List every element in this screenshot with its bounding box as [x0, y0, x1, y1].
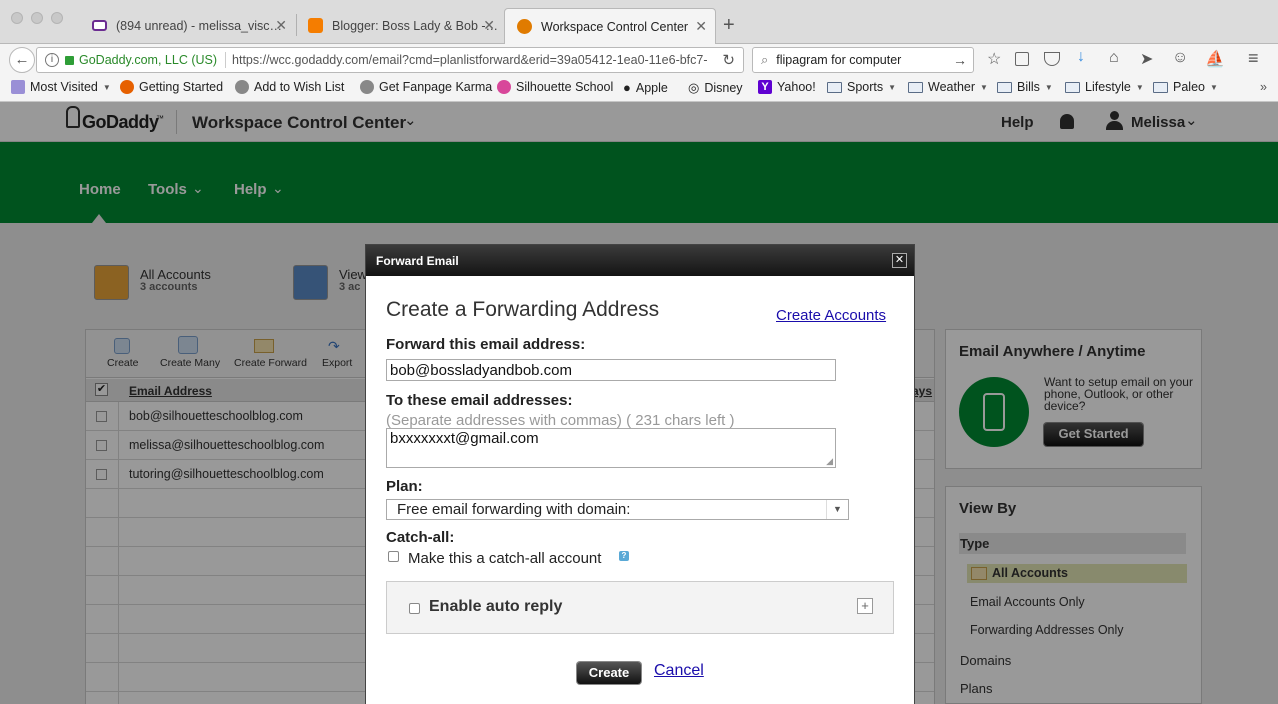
tab-title: Blogger: Boss Lady & Bob -… — [332, 19, 499, 33]
home-icon[interactable]: ⌂ — [1109, 49, 1119, 67]
navigation-bar: ← i GoDaddy.com, LLC (US) https://wcc.go… — [0, 44, 1278, 76]
tab-title: (894 unread) - melissa_visc… — [116, 19, 283, 33]
tab-bar: (894 unread) - melissa_visc… ✕ Blogger: … — [0, 0, 1278, 44]
most-visited-icon — [11, 80, 25, 94]
mail-icon — [92, 20, 107, 31]
bookmark-apple[interactable]: ● Apple — [623, 80, 668, 95]
yahoo-icon: Y — [758, 80, 772, 94]
minimize-window-button[interactable] — [31, 12, 43, 24]
to-addresses-label: To these email addresses: — [386, 392, 573, 409]
menu-icon[interactable]: ≡ — [1248, 48, 1259, 69]
forward-email-dialog: Forward Email ✕ Create a Forwarding Addr… — [365, 244, 915, 704]
forward-email-input[interactable]: bob@bossladyandbob.com — [386, 359, 836, 381]
apple-icon: ● — [623, 80, 631, 95]
folder-icon — [1153, 81, 1168, 93]
bookmark-getting-started[interactable]: Getting Started — [120, 80, 223, 94]
cancel-link[interactable]: Cancel — [654, 662, 704, 680]
pocket-icon[interactable] — [1044, 52, 1060, 66]
globe-icon — [235, 80, 249, 94]
bookmark-sports[interactable]: Sports ▼ — [827, 80, 896, 94]
silhouette-icon — [497, 80, 511, 94]
bookmark-weather[interactable]: Weather ▼ — [908, 80, 988, 94]
extension-icon[interactable]: ⛵ — [1205, 49, 1225, 69]
bookmark-lifestyle[interactable]: Lifestyle ▼ — [1065, 80, 1144, 94]
search-value: flipagram for computer — [776, 53, 902, 67]
close-tab-icon[interactable]: ✕ — [483, 17, 495, 34]
auto-reply-label[interactable]: Enable auto reply — [429, 598, 562, 616]
expand-plus-icon[interactable]: + — [857, 598, 873, 614]
catchall-checkbox[interactable] — [388, 551, 399, 562]
bookmark-most-visited[interactable]: Most Visited ▼ — [11, 80, 111, 94]
reading-list-icon[interactable] — [1015, 52, 1029, 66]
to-addresses-textarea[interactable]: bxxxxxxxt@gmail.com ◢ — [386, 428, 836, 468]
folder-icon — [1065, 81, 1080, 93]
url-bar[interactable]: i GoDaddy.com, LLC (US) https://wcc.goda… — [36, 47, 744, 73]
tab-blogger[interactable]: Blogger: Boss Lady & Bob -… ✕ — [296, 8, 503, 44]
site-identity[interactable]: GoDaddy.com, LLC (US) — [79, 53, 217, 67]
search-go-icon[interactable]: → — [953, 52, 967, 68]
bookmark-bills[interactable]: Bills ▼ — [997, 80, 1053, 94]
new-tab-icon[interactable]: + — [723, 14, 735, 37]
close-tab-icon[interactable]: ✕ — [275, 17, 287, 34]
godaddy-favicon-icon — [517, 19, 532, 34]
bookmark-star-icon[interactable]: ☆ — [987, 49, 1001, 69]
blogger-icon — [308, 18, 323, 33]
bookmark-silhouette-school[interactable]: Silhouette School — [497, 80, 613, 94]
tab-title: Workspace Control Center — [541, 19, 689, 34]
tab-mail[interactable]: (894 unread) - melissa_visc… ✕ — [80, 8, 295, 44]
folder-icon — [997, 81, 1012, 93]
url-text[interactable]: https://wcc.godaddy.com/email?cmd=planli… — [232, 53, 732, 67]
dialog-heading: Create a Forwarding Address — [386, 298, 660, 321]
dialog-header: Forward Email — [366, 245, 914, 276]
zoom-window-button[interactable] — [51, 12, 63, 24]
disney-icon: ◎ — [688, 80, 700, 95]
create-button[interactable]: Create — [577, 662, 641, 684]
auto-reply-checkbox[interactable] — [409, 603, 420, 614]
auto-reply-section: Enable auto reply + — [386, 581, 894, 634]
back-button[interactable]: ← — [9, 47, 35, 73]
hello-icon[interactable]: ☺ — [1172, 49, 1188, 67]
folder-icon — [827, 81, 842, 93]
info-icon[interactable]: i — [45, 53, 59, 67]
bookmark-yahoo[interactable]: Y Yahoo! — [758, 80, 816, 94]
dialog-title: Forward Email — [376, 254, 459, 268]
search-icon: ⌕ — [761, 52, 769, 67]
search-input[interactable]: ⌕ flipagram for computer → — [752, 47, 974, 73]
forward-label: Forward this email address: — [386, 336, 586, 353]
bookmark-wish-list[interactable]: Add to Wish List — [235, 80, 344, 94]
plan-label: Plan: — [386, 478, 423, 495]
bookmarks-toolbar: Most Visited ▼ Getting Started Add to Wis… — [0, 76, 1278, 102]
lock-icon — [65, 55, 74, 65]
chevron-down-icon[interactable]: ▼ — [826, 500, 848, 519]
firefox-icon — [120, 80, 134, 94]
close-icon[interactable]: ✕ — [892, 253, 907, 268]
bookmark-disney[interactable]: ◎ Disney — [688, 80, 743, 96]
create-accounts-link[interactable]: Create Accounts — [776, 307, 886, 324]
resize-handle-icon[interactable]: ◢ — [826, 456, 833, 467]
share-icon[interactable]: ➤ — [1140, 49, 1153, 69]
close-tab-icon[interactable]: ✕ — [695, 18, 707, 35]
help-icon[interactable]: ? — [619, 551, 629, 561]
close-window-button[interactable] — [11, 12, 23, 24]
tab-workspace[interactable]: Workspace Control Center ✕ — [504, 8, 716, 44]
downloads-icon[interactable]: ↓ — [1077, 48, 1085, 66]
catchall-label: Catch-all: — [386, 529, 455, 546]
catchall-text[interactable]: Make this a catch-all account — [408, 550, 601, 567]
bookmarks-overflow-icon[interactable]: » — [1260, 80, 1267, 94]
bookmark-fanpage-karma[interactable]: Get Fanpage Karma — [360, 80, 492, 94]
globe-icon — [360, 80, 374, 94]
folder-icon — [908, 81, 923, 93]
plan-select[interactable]: Free email forwarding with domain: ▼ — [386, 499, 849, 520]
reload-icon[interactable]: ↻ — [722, 51, 735, 69]
to-addresses-hint: (Separate addresses with commas) ( 231 c… — [386, 412, 735, 429]
bookmark-paleo[interactable]: Paleo ▼ — [1153, 80, 1218, 94]
